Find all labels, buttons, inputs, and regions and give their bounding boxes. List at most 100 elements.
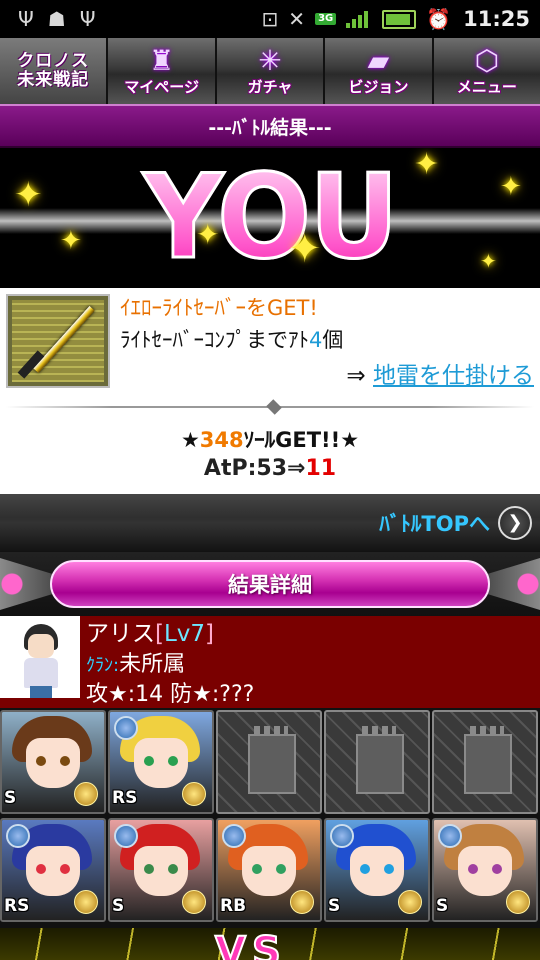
nav-menu-button[interactable]: ⬡ メニュー xyxy=(433,38,540,104)
coin-icon xyxy=(398,890,422,914)
usb-icon: Ψ xyxy=(18,7,34,31)
card-rank: RS xyxy=(4,896,30,916)
level-bracket-open: [ xyxy=(155,621,164,647)
chevron-right-icon: ❯ xyxy=(498,506,532,540)
remaining-count: 4 xyxy=(309,328,323,352)
soul-reward-text: ★348ｿｰﾙGET!!★ xyxy=(0,424,540,454)
coin-icon xyxy=(74,890,98,914)
nav-gacha-label: ガチャ xyxy=(247,77,293,96)
card-rank: S xyxy=(436,896,449,916)
clan-value: 未所属 xyxy=(119,652,186,677)
character-card[interactable]: S xyxy=(324,818,430,922)
card-rank: S xyxy=(328,896,341,916)
lock-castle-icon xyxy=(356,726,404,794)
card-rank: S xyxy=(112,896,125,916)
soul-prefix: ★ xyxy=(180,428,200,452)
castle-icon: ♜ xyxy=(149,43,175,77)
home-logo-button[interactable]: クロノス 未来戦記 xyxy=(0,38,109,104)
defense-label: 防★ xyxy=(170,682,212,707)
nav-vision-label: ビジョン xyxy=(348,77,409,96)
result-detail-title: 結果詳細 xyxy=(50,560,490,608)
complete-progress-prefix: ﾗｲﾄｾｰﾊﾞｰｺﾝﾌﾟまでｱﾄ xyxy=(120,328,309,352)
nav-mypage-button[interactable]: ♜ マイページ xyxy=(108,38,217,104)
element-gem-icon xyxy=(114,824,138,848)
voicemail-icon: ⊡ xyxy=(261,7,279,31)
attack-label: 攻★ xyxy=(86,682,128,707)
nav-vision-button[interactable]: ▰ ビジョン xyxy=(325,38,434,104)
item-thumbnail xyxy=(6,294,110,388)
defense-value: :??? xyxy=(211,682,255,707)
next-battle-banner[interactable]: VS xyxy=(0,928,540,960)
top-nav: クロノス 未来戦記 ♜ マイページ ✳ ガチャ ▰ ビジョン ⬡ メニュー xyxy=(0,38,540,104)
stats-row: 攻★:14 防★:??? xyxy=(86,676,254,708)
soul-suffix: ｿｰﾙGET!!★ xyxy=(243,428,360,452)
nav-gacha-button[interactable]: ✳ ガチャ xyxy=(216,38,326,104)
android-icon: ☗ xyxy=(47,7,66,31)
clan-label: ｸﾗﾝ: xyxy=(86,655,120,676)
coin-icon xyxy=(182,890,206,914)
coin-icon xyxy=(290,890,314,914)
sparkle-icon: ✦ xyxy=(480,249,497,273)
battery-icon xyxy=(382,9,417,29)
reward-panel: ｲｴﾛｰﾗｲﾄｾｰﾊﾞｰをGET! ﾗｲﾄｾｰﾊﾞｰｺﾝﾌﾟまでｱﾄ4個 ⇒ 地… xyxy=(0,288,540,494)
hexagon-icon: ⬡ xyxy=(474,43,500,77)
character-card[interactable]: S xyxy=(108,818,214,922)
network-type-badge: 3G xyxy=(315,13,337,25)
sparkle-icon: ✦ xyxy=(196,218,220,251)
coin-icon xyxy=(182,782,206,806)
clan-row: ｸﾗﾝ:未所属 xyxy=(86,646,185,678)
usb-debug-icon: Ψ xyxy=(79,7,96,31)
coin-icon xyxy=(506,890,530,914)
atp-new: 11 xyxy=(305,456,337,481)
set-trap-link[interactable]: 地雷を仕掛ける xyxy=(373,363,534,389)
result-detail-header: 結果詳細 xyxy=(0,552,540,616)
mute-icon: ✕ xyxy=(288,7,306,31)
element-gem-icon xyxy=(114,716,138,740)
arrow-icon: ⇒ xyxy=(346,363,366,389)
opponent-profile: アリス[Lv7] ｸﾗﾝ:未所属 攻★:14 防★:??? xyxy=(0,616,540,708)
atp-change-text: AtP:53⇒11 xyxy=(0,456,540,481)
card-rank: RB xyxy=(220,896,247,916)
sparkle-icon: ✳ xyxy=(258,43,282,77)
character-card[interactable]: RS xyxy=(108,710,214,814)
victory-banner: YOU WIN ✦ ✦ ✦ ✦ ✦ ✦ ✦ xyxy=(0,148,540,288)
sparkle-icon: ✦ xyxy=(14,175,43,215)
battle-top-button[interactable]: ﾊﾞﾄﾙTOPへ ❯ xyxy=(0,494,540,552)
element-gem-icon xyxy=(330,824,354,848)
atp-old: AtP:53 xyxy=(203,456,288,481)
locked-card-slot[interactable] xyxy=(324,710,430,814)
complete-progress-text: ﾗｲﾄｾｰﾊﾞｰｺﾝﾌﾟまでｱﾄ4個 xyxy=(120,324,343,354)
lock-castle-icon xyxy=(464,726,512,794)
item-get-text: ｲｴﾛｰﾗｲﾄｾｰﾊﾞｰをGET! xyxy=(120,296,318,320)
character-card[interactable]: S xyxy=(432,818,538,922)
card-deck-grid: S RS RS S RB S S xyxy=(0,708,540,928)
character-card[interactable]: RB xyxy=(216,818,322,922)
trap-link-row: ⇒ 地雷を仕掛ける xyxy=(346,356,534,390)
level-bracket-close: ] xyxy=(205,621,215,647)
you-win-text: YOU WIN xyxy=(14,154,527,288)
card-rank: RS xyxy=(112,788,138,808)
element-gem-icon xyxy=(438,824,462,848)
player-level: Lv7 xyxy=(163,621,206,647)
element-gem-icon xyxy=(222,824,246,848)
avatar[interactable] xyxy=(0,616,80,698)
sparkle-icon: ✦ xyxy=(500,172,522,202)
divider-diamond xyxy=(266,399,282,415)
signal-icon xyxy=(346,10,372,28)
character-card[interactable]: RS xyxy=(0,818,106,922)
sparkle-icon: ✦ xyxy=(288,226,322,272)
lock-castle-icon xyxy=(248,726,296,794)
nav-mypage-label: マイページ xyxy=(124,77,199,96)
soul-amount: 348 xyxy=(199,428,244,452)
nav-menu-label: メニュー xyxy=(456,77,517,96)
player-name-row: アリス[Lv7] xyxy=(86,614,214,648)
complete-progress-suffix: 個 xyxy=(322,328,344,352)
alarm-icon: ⏰ xyxy=(426,7,452,31)
locked-card-slot[interactable] xyxy=(216,710,322,814)
locked-card-slot[interactable] xyxy=(432,710,538,814)
atp-arrow: ⇒ xyxy=(287,456,306,481)
attack-value: :14 xyxy=(127,682,164,707)
battle-top-label: ﾊﾞﾄﾙTOPへ xyxy=(379,512,490,536)
logo-line1: クロノス xyxy=(17,51,90,71)
character-card[interactable]: S xyxy=(0,710,106,814)
